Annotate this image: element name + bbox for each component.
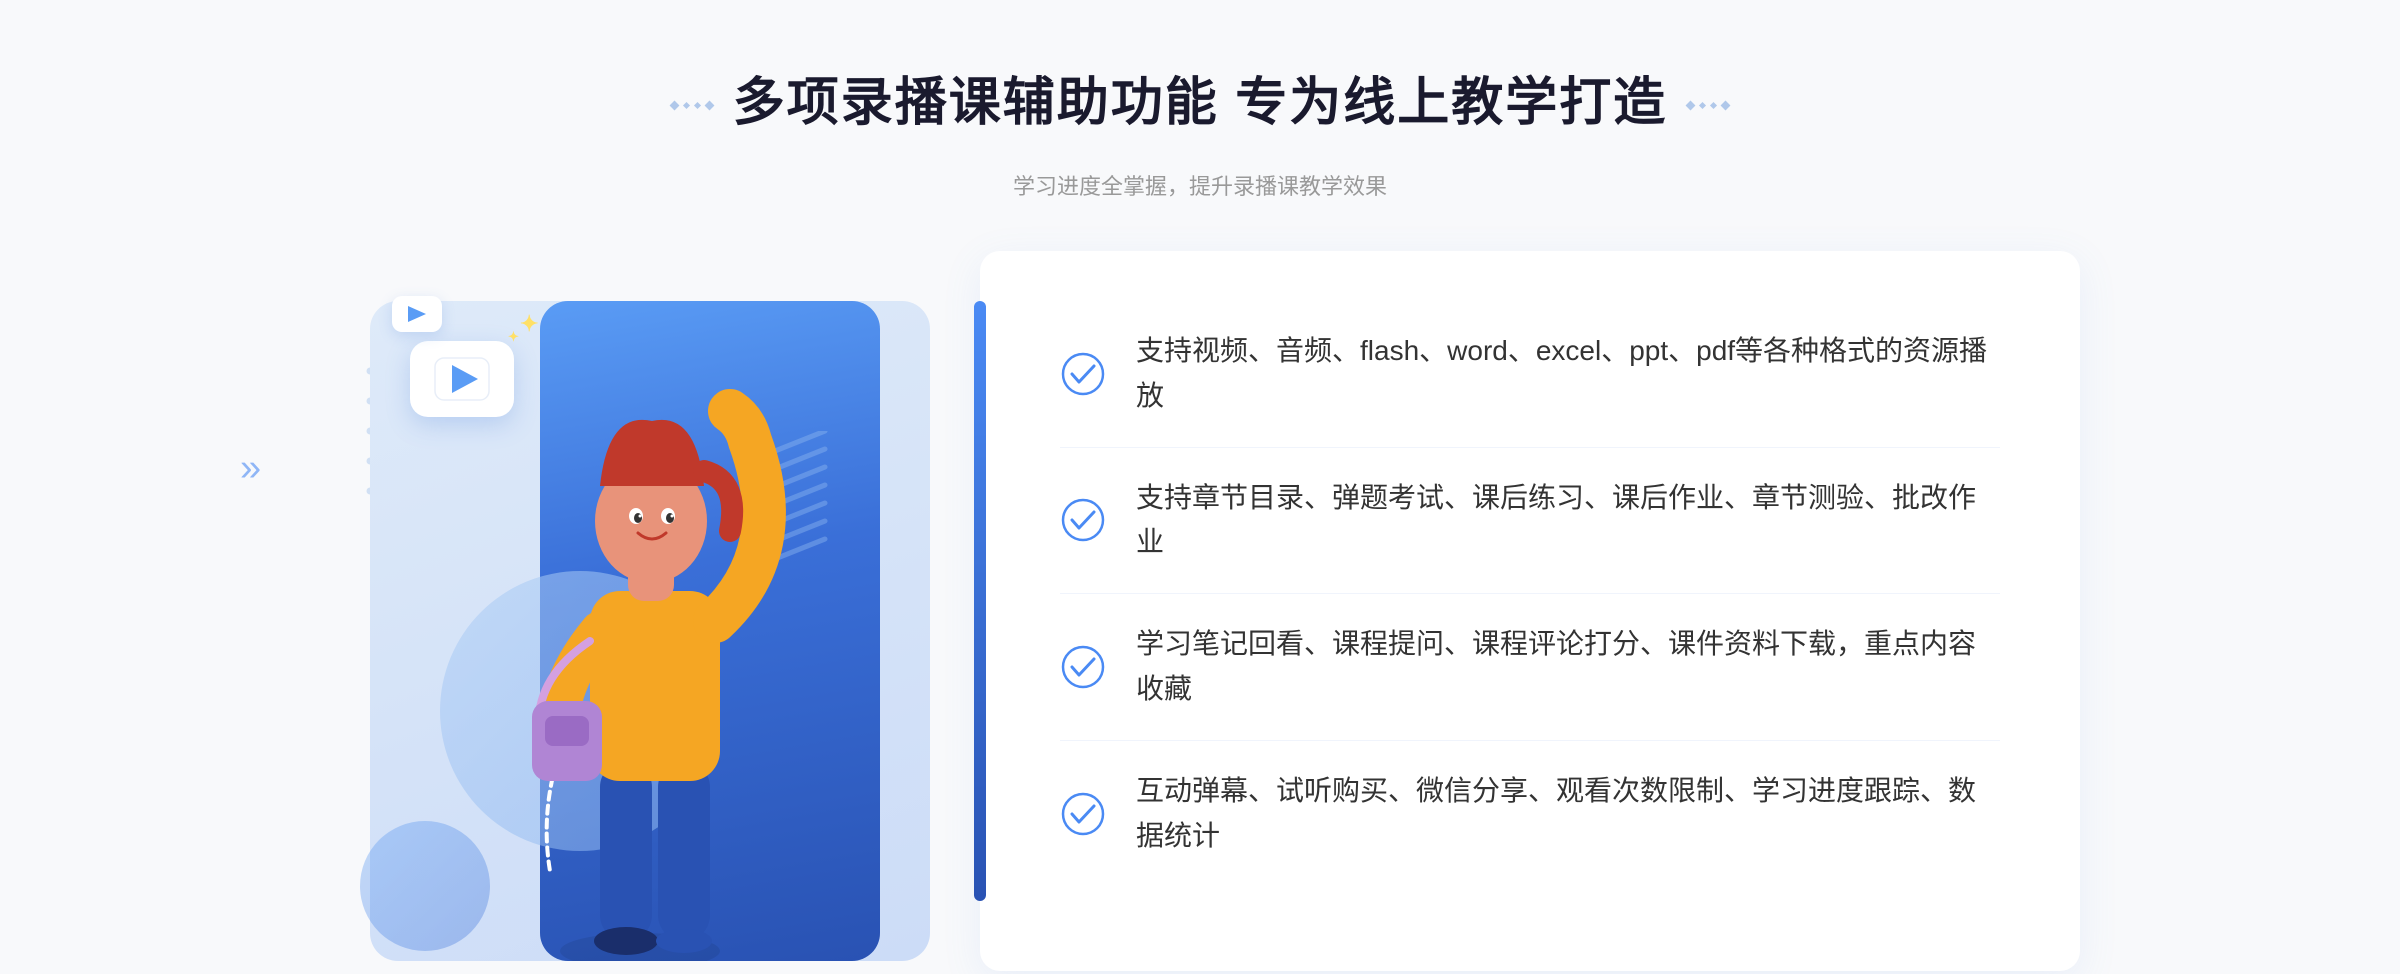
dots-tr <box>2040 120 2140 220</box>
check-circle-svg <box>1061 645 1105 689</box>
feature-text-3: 学习笔记回看、课程提问、课程评论打分、课件资料下载，重点内容收藏 <box>1136 622 2000 712</box>
chevron-icon-1: » <box>240 451 261 485</box>
left-accent-bar <box>974 301 986 901</box>
page-container: for(let r=0;r<6;r++){for(let c=0;c<6;c++… <box>0 0 2400 974</box>
deco-dot-2 <box>683 102 690 109</box>
feature-item-3: 学习笔记回看、课程提问、课程评论打分、课件资料下载，重点内容收藏 <box>1060 594 2000 741</box>
deco-dot-7 <box>1710 102 1717 109</box>
check-circle-svg <box>1061 352 1105 396</box>
check-icon-4 <box>1060 791 1106 837</box>
deco-dot-3 <box>694 102 701 109</box>
feature-text-4: 互动弹幕、试听购买、微信分享、观看次数限制、学习进度跟踪、数据统计 <box>1136 769 2000 859</box>
check-circle-svg <box>1061 498 1105 542</box>
feature-item-1: 支持视频、音频、flash、word、excel、ppt、pdf等各种格式的资源… <box>1060 301 2000 448</box>
deco-dot-5 <box>1686 101 1696 111</box>
outer-chevrons: » <box>240 451 261 485</box>
deco-dot-8 <box>1721 101 1731 111</box>
check-circle-svg <box>1061 792 1105 836</box>
right-features-panel: 支持视频、音频、flash、word、excel、ppt、pdf等各种格式的资源… <box>980 251 2080 971</box>
main-title: 多项录播课辅助功能 专为线上教学打造 <box>733 60 1667 135</box>
dots-tl: for(let r=0;r<6;r++){for(let c=0;c<6;c++… <box>230 130 350 250</box>
header-section: 多项录播课辅助功能 专为线上教学打造 学习进度全掌握，提升录播课教学效果 <box>671 60 1729 201</box>
feature-text-1: 支持视频、音频、flash、word、excel、ppt、pdf等各种格式的资源… <box>1136 329 2000 419</box>
subtitle: 学习进度全掌握，提升录播课教学效果 <box>671 169 1729 201</box>
deco-dot-1 <box>669 101 679 111</box>
left-illustration: ✦ ✦ <box>320 251 1000 971</box>
left-decoration <box>671 102 713 109</box>
play-icon-small <box>404 304 430 324</box>
feature-item-2: 支持章节目录、弹题考试、课后练习、课后作业、章节测验、批改作业 <box>1060 448 2000 595</box>
content-area: » <box>320 251 2080 971</box>
header-decoration: 多项录播课辅助功能 专为线上教学打造 <box>671 60 1729 151</box>
play-bubble-small <box>392 296 442 332</box>
person-illustration <box>460 311 820 961</box>
deco-dot-6 <box>1699 102 1706 109</box>
check-icon-2 <box>1060 497 1106 543</box>
deco-dot-4 <box>704 101 714 111</box>
right-decoration <box>1687 102 1729 109</box>
check-icon-3 <box>1060 644 1106 690</box>
feature-text-2: 支持章节目录、弹题考试、课后练习、课后作业、章节测验、批改作业 <box>1136 476 2000 566</box>
check-icon-1 <box>1060 351 1106 397</box>
features-list: 支持视频、音频、flash、word、excel、ppt、pdf等各种格式的资源… <box>1060 301 2000 886</box>
feature-item-4: 互动弹幕、试听购买、微信分享、观看次数限制、学习进度跟踪、数据统计 <box>1060 741 2000 887</box>
